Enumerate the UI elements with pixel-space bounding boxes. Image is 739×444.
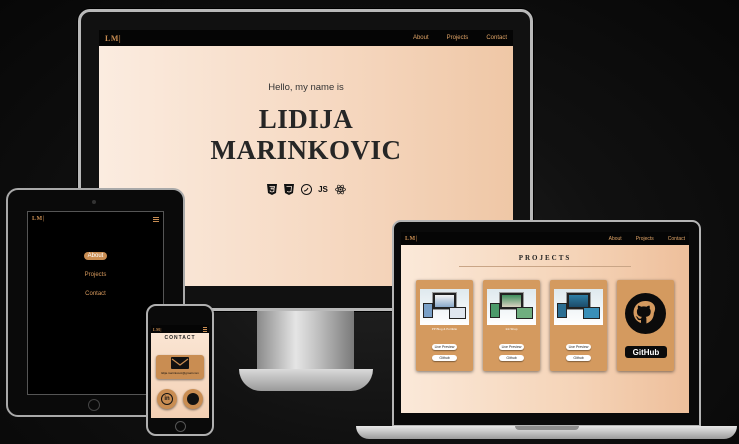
live-preview-button[interactable]: Live Preview — [566, 344, 591, 350]
tablet-navbar: LM| — [28, 212, 163, 226]
laptop-logo[interactable]: LM| — [405, 236, 418, 242]
tablet-logo[interactable]: LM| — [32, 216, 45, 222]
project-caption: PP Blog & Portfolio — [431, 327, 458, 331]
react-icon — [334, 183, 346, 195]
html5-icon — [266, 183, 278, 195]
tablet-camera — [92, 200, 96, 204]
javascript-icon: JS — [318, 184, 328, 194]
project-caption: Ink Shop — [505, 327, 518, 331]
phone-home-button — [175, 421, 186, 432]
email-text: lidija.marinkovic@gmail.com — [161, 371, 199, 375]
nav-link-contact[interactable]: Contact — [486, 35, 507, 41]
laptop-navbar: LM| About Projects Contact — [401, 232, 689, 245]
tablet-menu-projects[interactable]: Projects — [81, 271, 111, 279]
nav-link-projects[interactable]: Projects — [447, 35, 469, 41]
project-thumbnail — [554, 289, 603, 325]
tablet-screen: LM| About Projects Contact — [27, 211, 164, 395]
phone-navbar: LM| — [151, 325, 209, 333]
monitor-base — [239, 369, 373, 391]
social-icons: in — [157, 389, 203, 409]
live-preview-button[interactable]: Live Preview — [499, 344, 524, 350]
desktop-nav-links: About Projects Contact — [413, 35, 507, 41]
tablet-home-button — [88, 399, 100, 411]
laptop-nav-projects[interactable]: Projects — [636, 236, 654, 242]
tablet-menu-contact[interactable]: Contact — [81, 290, 110, 298]
monitor-stand — [257, 311, 354, 373]
projects-divider — [459, 266, 631, 267]
project-card: Ink Shop Live Preview Github — [483, 280, 540, 371]
site-logo[interactable]: LM| — [105, 34, 121, 43]
github-profile-card[interactable]: GitHub — [617, 280, 674, 371]
laptop-notch — [515, 426, 579, 430]
live-preview-button[interactable]: Live Preview — [432, 344, 457, 350]
github-social-button[interactable] — [183, 389, 203, 409]
laptop-nav-links: About Projects Contact — [609, 236, 685, 242]
hero-name: LIDIJA MARINKOVIC — [99, 104, 513, 166]
laptop-screen: LM| About Projects Contact PROJECTS PP B… — [401, 232, 689, 413]
github-button[interactable]: Github — [499, 355, 524, 361]
projects-heading: PROJECTS — [518, 254, 572, 262]
github-button[interactable]: Github — [566, 355, 591, 361]
laptop-nav-about[interactable]: About — [609, 236, 622, 242]
phone-logo[interactable]: LM| — [153, 327, 162, 332]
github-label: GitHub — [625, 346, 667, 358]
hero-name-last: MARINKOVIC — [210, 135, 402, 165]
hamburger-icon[interactable] — [153, 216, 159, 222]
laptop-nav-contact[interactable]: Contact — [668, 236, 685, 242]
email-card[interactable]: lidija.marinkovic@gmail.com — [156, 355, 204, 379]
project-thumbnail — [420, 289, 469, 325]
css3-icon — [283, 183, 295, 195]
nav-link-about[interactable]: About — [413, 35, 429, 41]
phone-screen: LM| CONTACT lidija.marinkovic@gmail.com … — [151, 325, 209, 418]
linkedin-icon: in — [161, 393, 173, 405]
project-card: PP Blog & Portfolio Live Preview Github — [416, 280, 473, 371]
project-thumbnail — [487, 289, 536, 325]
desktop-navbar: LM| About Projects Contact — [99, 30, 513, 46]
hero-greeting: Hello, my name is — [268, 82, 344, 93]
linkedin-button[interactable]: in — [157, 389, 177, 409]
github-button[interactable]: Github — [432, 355, 457, 361]
phone-hamburger-icon[interactable] — [203, 326, 207, 332]
github-icon — [625, 293, 666, 334]
mail-icon — [171, 357, 189, 369]
project-card: Live Preview Github — [550, 280, 607, 371]
hero-name-first: LIDIJA — [258, 104, 354, 134]
tablet-menu: About Projects Contact — [28, 252, 163, 298]
github-social-icon — [187, 393, 199, 405]
tablet-menu-about[interactable]: About — [83, 252, 108, 260]
sass-icon — [300, 183, 312, 195]
contact-heading: CONTACT — [164, 335, 196, 341]
project-cards: PP Blog & Portfolio Live Preview Github … — [416, 280, 674, 371]
